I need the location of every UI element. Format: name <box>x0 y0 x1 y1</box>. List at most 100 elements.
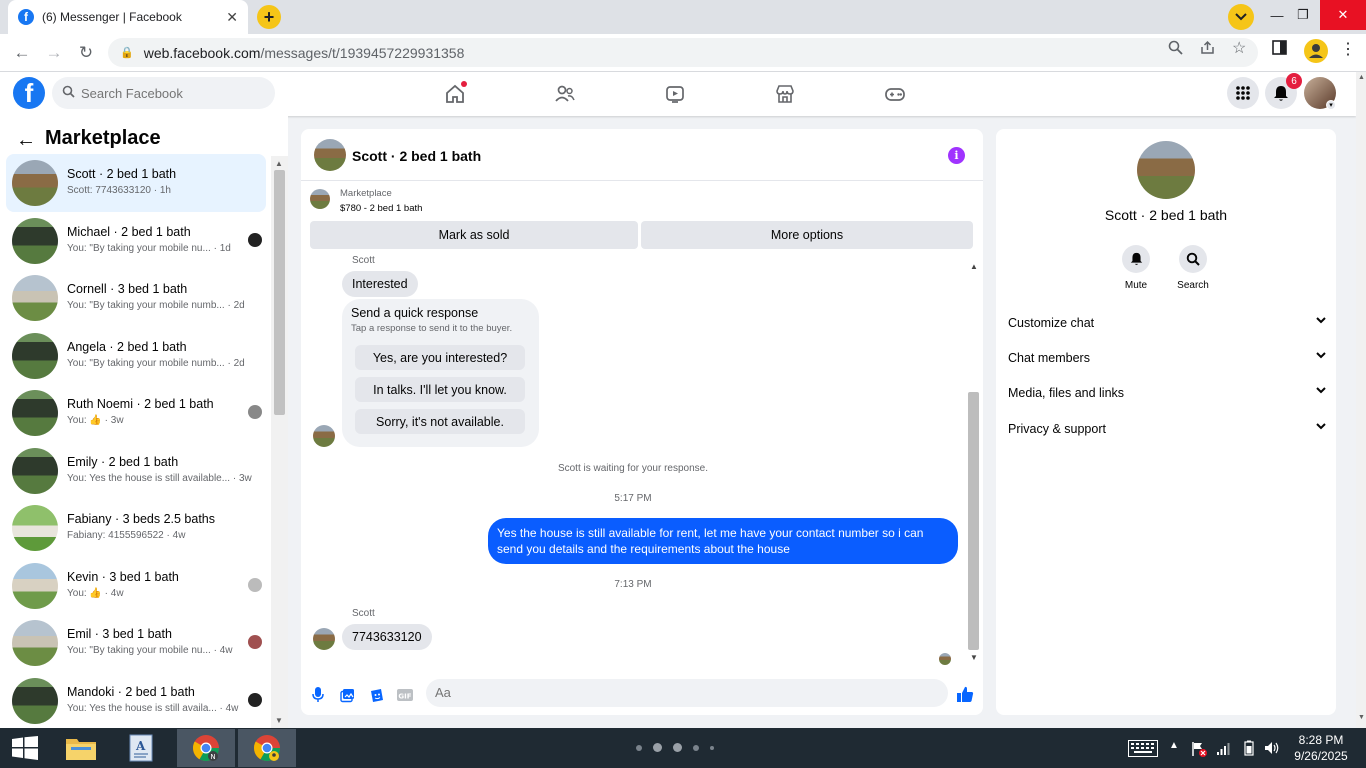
conversation-item[interactable]: Angela · 2 bed 1 bath You: "By taking you… <box>6 327 266 385</box>
virtual-desktop-dots <box>636 743 714 752</box>
window-close-button[interactable]: ✕ <box>1320 0 1366 30</box>
bookmark-star-icon[interactable]: ☆ <box>1232 38 1246 58</box>
windows-start-icon[interactable] <box>12 736 38 760</box>
quick-response-option[interactable]: In talks. I'll let you know. <box>355 377 525 402</box>
section-label: Privacy & support <box>1008 422 1106 436</box>
chat-members-section[interactable]: Chat members <box>1008 351 1326 371</box>
system-clock[interactable]: 8:28 PM 9/26/2025 <box>1286 732 1356 764</box>
search-conversation-button[interactable]: Search <box>1163 245 1223 291</box>
scroll-down-arrow-icon[interactable]: ▼ <box>1358 714 1365 721</box>
scroll-down-arrow-icon[interactable]: ▼ <box>970 653 978 662</box>
new-tab-button[interactable]: + <box>257 5 281 29</box>
seen-avatar <box>248 577 262 592</box>
customize-chat-section[interactable]: Customize chat <box>1008 316 1326 336</box>
svg-text:GIF: GIF <box>398 693 411 701</box>
wifi-signal-icon[interactable] <box>1216 741 1232 758</box>
sender-avatar[interactable] <box>313 628 335 650</box>
conversation-item[interactable]: Fabiany · 3 beds 2.5 baths Fabiany: 41555… <box>6 499 266 557</box>
battery-icon[interactable] <box>1244 740 1254 759</box>
microphone-icon[interactable] <box>310 687 326 703</box>
conversation-item[interactable]: Emil · 3 bed 1 bath You: "By taking your … <box>6 614 266 672</box>
chrome-profile-icon[interactable] <box>238 729 296 767</box>
quick-response-option[interactable]: Sorry, it's not available. <box>355 409 525 434</box>
section-label: Media, files and links <box>1008 386 1125 400</box>
scroll-down-arrow-icon[interactable]: ▼ <box>275 716 283 725</box>
gif-icon[interactable]: GIF <box>397 687 413 703</box>
message-input[interactable] <box>435 685 915 700</box>
my-message-bubble[interactable]: Yes the house is still available for ren… <box>488 518 958 564</box>
volume-icon[interactable] <box>1264 741 1280 758</box>
windows-taskbar: A N ▲ 8:28 PM 9/26/2025 <box>0 728 1366 768</box>
conversation-avatar <box>12 275 58 321</box>
gaming-icon[interactable] <box>883 82 907 106</box>
message-input-box[interactable] <box>426 679 948 707</box>
tab-search-button[interactable] <box>1228 4 1254 30</box>
sticker-icon[interactable] <box>368 687 384 703</box>
chrome-icon[interactable]: N <box>177 729 235 767</box>
conversation-avatar <box>12 505 58 551</box>
back-arrow-icon[interactable]: ← <box>16 129 36 152</box>
document-app-icon[interactable]: A <box>112 729 170 767</box>
scroll-up-arrow-icon[interactable]: ▲ <box>1358 74 1365 81</box>
side-panel-icon[interactable] <box>1272 40 1287 58</box>
conversation-item[interactable]: Kevin · 3 bed 1 bath You: 👍 · 4w <box>6 557 266 615</box>
mark-as-sold-button[interactable]: Mark as sold <box>310 221 638 249</box>
back-button[interactable]: ← <box>10 42 34 64</box>
quick-response-option[interactable]: Yes, are you interested? <box>355 345 525 370</box>
conversation-item[interactable]: Cornell · 3 bed 1 bath You: "By taking yo… <box>6 269 266 327</box>
marketplace-icon[interactable] <box>773 82 797 106</box>
more-options-button[interactable]: More options <box>641 221 973 249</box>
photo-icon[interactable] <box>339 687 355 703</box>
conversation-list-scrollbar[interactable]: ▲ ▼ <box>271 156 288 728</box>
scroll-up-arrow-icon[interactable]: ▲ <box>275 159 283 168</box>
facebook-search-input[interactable] <box>81 85 261 101</box>
keyboard-icon[interactable] <box>1128 740 1158 760</box>
chat-scrollbar[interactable]: ▲ ▼ <box>965 259 982 667</box>
facebook-logo-icon[interactable]: f <box>13 77 45 109</box>
message-bubble[interactable]: Interested <box>342 271 418 297</box>
chat-panel: Scott · 2 bed 1 bath i Marketplace $780 … <box>301 129 983 715</box>
contact-avatar[interactable] <box>1137 141 1195 199</box>
forward-button[interactable]: → <box>42 42 66 64</box>
search-label: Search <box>1177 280 1209 291</box>
chat-title[interactable]: Scott · 2 bed 1 bath <box>352 148 481 164</box>
like-icon[interactable] <box>956 685 974 703</box>
browser-tab[interactable]: f (6) Messenger | Facebook ✕ <box>8 0 248 34</box>
menu-grid-button[interactable] <box>1227 77 1259 109</box>
listing-label: Marketplace <box>340 188 392 199</box>
scrollbar-thumb[interactable] <box>968 392 979 650</box>
reload-button[interactable]: ↻ <box>74 42 98 64</box>
account-chevron-icon[interactable]: ▾ <box>1326 100 1336 110</box>
browser-menu-icon[interactable]: ⋮ <box>1340 39 1356 59</box>
mute-button[interactable]: Mute <box>1106 245 1166 291</box>
conversation-item[interactable]: Mandoki · 2 bed 1 bath You: Yes the house… <box>6 672 266 730</box>
profile-avatar-icon[interactable] <box>1304 39 1328 63</box>
sender-avatar[interactable] <box>313 425 335 447</box>
message-bubble[interactable]: 7743633120 <box>342 624 432 650</box>
quick-response-title: Send a quick response <box>351 306 479 320</box>
section-label: Chat members <box>1008 351 1090 365</box>
conversation-item[interactable]: Michael · 2 bed 1 bath You: "By taking yo… <box>6 212 266 270</box>
media-files-links-section[interactable]: Media, files and links <box>1008 386 1326 406</box>
friends-icon[interactable] <box>553 82 577 106</box>
info-icon[interactable]: i <box>948 147 965 164</box>
scrollbar-thumb[interactable] <box>274 170 285 415</box>
facebook-search[interactable] <box>52 77 275 109</box>
conversation-item[interactable]: Scott · 2 bed 1 bath Scott: 7743633120 · … <box>6 154 266 212</box>
show-hidden-icons[interactable]: ▲ <box>1169 740 1179 751</box>
tab-close-icon[interactable]: ✕ <box>226 9 238 26</box>
file-explorer-icon[interactable] <box>52 729 110 767</box>
address-bar[interactable]: 🔒 web.facebook.com/messages/t/1939457229… <box>108 38 1258 67</box>
conversation-item[interactable]: Emily · 2 bed 1 bath You: Yes the house i… <box>6 442 266 500</box>
conversation-item[interactable]: Ruth Noemi · 2 bed 1 bath You: 👍 · 3w <box>6 384 266 442</box>
chat-avatar[interactable] <box>314 139 346 171</box>
share-icon[interactable] <box>1200 40 1215 58</box>
video-icon[interactable] <box>663 82 687 106</box>
network-flag-icon[interactable] <box>1191 741 1207 760</box>
page-scrollbar[interactable]: ▲ ▼ <box>1356 72 1366 728</box>
waiting-notice: Scott is waiting for your response. <box>557 463 709 474</box>
zoom-icon[interactable] <box>1168 40 1183 58</box>
privacy-support-section[interactable]: Privacy & support <box>1008 422 1326 442</box>
scroll-up-arrow-icon[interactable]: ▲ <box>970 262 978 271</box>
search-icon <box>1179 245 1207 273</box>
